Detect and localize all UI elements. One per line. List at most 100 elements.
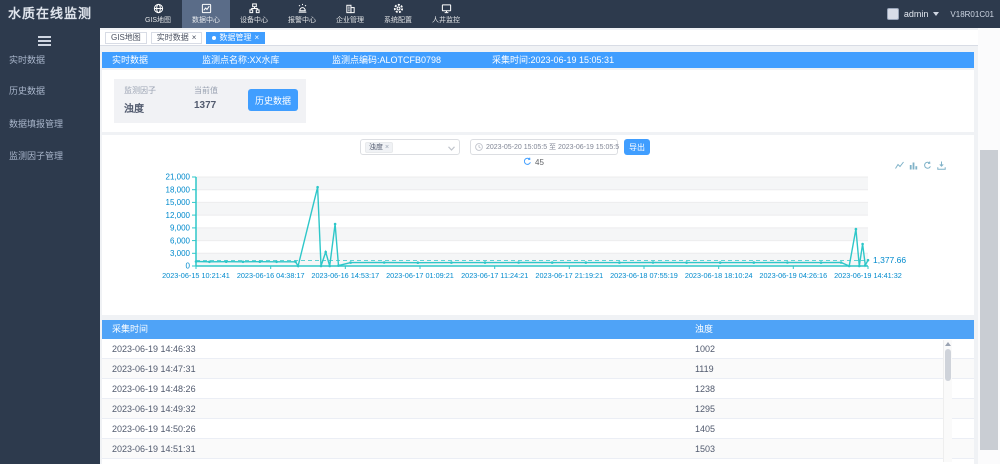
table-row: 2023-06-19 14:52:26 1602 (102, 459, 974, 464)
user-menu[interactable]: admin V18R01C01 (886, 0, 994, 28)
svg-text:2023-06-16 14:53:17: 2023-06-16 14:53:17 (311, 271, 379, 280)
svg-text:2023-06-19 14:41:32: 2023-06-19 14:41:32 (834, 271, 902, 280)
cell-turbidity: 1602 (695, 459, 715, 464)
current-value: 1377 (194, 100, 217, 111)
cell-collect-time: 2023-06-19 14:48:26 (112, 384, 196, 394)
svg-text:2023-06-19 04:26:16: 2023-06-19 04:26:16 (759, 271, 827, 280)
device-center-icon (248, 3, 260, 14)
history-chart: 0 3,000 6,000 9,000 12,000 15,000 18,000 21,000… (162, 173, 906, 280)
username: admin (903, 9, 929, 19)
nav-item-label: 企业管理 (336, 17, 364, 24)
table-header: 采集时间 浊度 (102, 320, 974, 339)
monitor-icon (441, 3, 452, 14)
app-title: 水质在线监测 (8, 6, 93, 21)
nav-item-data-center[interactable]: 数据中心 (182, 0, 230, 28)
nav-item-gis-map[interactable]: GIS地图 (134, 0, 182, 28)
chevron-down-icon (448, 138, 455, 156)
close-icon[interactable]: × (192, 33, 197, 42)
factor-value: 浊度 (124, 104, 144, 115)
tag-close-icon[interactable]: × (385, 144, 389, 151)
refresh-countdown: 45 (523, 157, 544, 168)
tab-label: 数据管理 (219, 33, 252, 42)
top-bar: 水质在线监测 GIS地图 数据中心 设备中心 报警中心 企业管理 系统配置 人井… (0, 0, 1000, 28)
svg-text:2023-06-15 10:21:41: 2023-06-15 10:21:41 (162, 271, 230, 280)
date-range-input[interactable]: 2023-05-20 15:05:5 至 2023-06-19 15:05:5 (470, 138, 620, 156)
main-content: GIS地图 实时数据 × 数据管理 × 实时数据 监测点名称:XX水库 监测点编… (100, 28, 978, 464)
nav-item-label: 报警中心 (288, 17, 316, 24)
info-page-label: 实时数据 (112, 55, 149, 65)
svg-text:9,000: 9,000 (170, 224, 191, 233)
svg-text:2023-06-16 04:38:17: 2023-06-16 04:38:17 (237, 271, 305, 280)
nav-item-system-settings[interactable]: 系统配置 (374, 0, 422, 28)
table-scrollbar[interactable] (943, 340, 952, 462)
table-row: 2023-06-19 14:48:26 1238 (102, 379, 974, 399)
station-info-bar: 实时数据 监测点名称:XX水库 监测点编码:ALOTCFB0798 采集时间:2… (102, 52, 974, 68)
version-label: V18R01C01 (950, 9, 994, 19)
cell-collect-time: 2023-06-19 14:51:31 (112, 444, 196, 454)
refresh-icon[interactable] (523, 157, 532, 168)
svg-text:3,000: 3,000 (170, 249, 191, 258)
table-header-time: 采集时间 (112, 324, 149, 334)
cell-collect-time: 2023-06-19 14:52:26 (112, 459, 196, 464)
nav-item-label: 人井监控 (432, 17, 460, 24)
factor-stat-box: 监测因子 浊度 当前值 1377 历史数据 (114, 79, 306, 123)
sidebar: 实时数据 历史数据 数据填报管理 监测因子管理 (0, 28, 100, 464)
svg-text:21,000: 21,000 (166, 173, 191, 182)
table-row: 2023-06-19 14:50:26 1405 (102, 419, 974, 439)
svg-text:2023-06-18 18:10:24: 2023-06-18 18:10:24 (685, 271, 753, 280)
nav-item-label: 数据中心 (192, 17, 220, 24)
export-button[interactable]: 导出 (624, 139, 650, 155)
close-icon[interactable]: × (254, 33, 259, 42)
table-row: 2023-06-19 14:46:33 1002 (102, 339, 974, 359)
table-row: 2023-06-19 14:51:31 1503 (102, 439, 974, 459)
hamburger-icon[interactable] (38, 36, 51, 48)
top-navigation: GIS地图 数据中心 设备中心 报警中心 企业管理 系统配置 人井监控 (134, 0, 470, 28)
nav-item-device-center[interactable]: 设备中心 (230, 0, 278, 28)
settings-gear-icon (393, 3, 404, 14)
alarm-center-icon (297, 3, 308, 14)
selected-factor-tag: 浊度 × (365, 141, 394, 153)
factor-select[interactable]: 浊度 × (360, 139, 460, 155)
current-value-label: 当前值 (194, 86, 218, 95)
cell-turbidity: 1238 (694, 384, 715, 394)
nav-item-manhole-monitor[interactable]: 人井监控 (422, 0, 470, 28)
avatar (886, 8, 899, 20)
factor-label: 监测因子 (124, 86, 156, 95)
tab-realtime-data[interactable]: 实时数据 × (150, 31, 203, 44)
scroll-up-icon[interactable] (945, 342, 951, 346)
cell-turbidity: 1295 (694, 404, 715, 414)
cell-turbidity: 1503 (694, 444, 715, 454)
sidebar-item-monitor-factor-mgmt[interactable]: 监测因子管理 (9, 149, 63, 162)
svg-text:2023-06-17 21:19:21: 2023-06-17 21:19:21 (535, 271, 603, 280)
tab-data-management[interactable]: 数据管理 × (206, 31, 266, 44)
globe-icon (153, 3, 164, 14)
date-range-text: 2023-05-20 15:05:5 至 2023-06-19 15:05:5 (486, 144, 620, 151)
sidebar-item-history-data[interactable]: 历史数据 (9, 84, 45, 97)
table-scrollbar-thumb[interactable] (945, 349, 951, 381)
tab-label: 实时数据 (156, 33, 189, 42)
cell-turbidity: 1119 (694, 364, 714, 374)
cell-collect-time: 2023-06-19 14:47:31 (112, 364, 196, 374)
tab-gis-map[interactable]: GIS地图 (105, 31, 147, 44)
sidebar-item-realtime-data[interactable]: 实时数据 (9, 53, 45, 66)
cell-collect-time: 2023-06-19 14:49:32 (112, 404, 196, 414)
svg-text:6,000: 6,000 (170, 236, 191, 245)
nav-item-alarm-center[interactable]: 报警中心 (278, 0, 326, 28)
history-data-button[interactable]: 历史数据 (248, 89, 298, 111)
clock-icon (475, 138, 483, 156)
data-table-panel: 采集时间 浊度 2023-06-19 14:46:33 1002 2023-06-1… (102, 320, 974, 464)
sidebar-item-data-report-mgmt[interactable]: 数据填报管理 (9, 117, 63, 130)
nav-item-enterprise[interactable]: 企业管理 (326, 0, 374, 28)
svg-text:2023-06-17 11:24:21: 2023-06-17 11:24:21 (461, 271, 528, 280)
nav-item-label: 系统配置 (384, 17, 412, 24)
svg-text:2023-06-17 01:09:21: 2023-06-17 01:09:21 (386, 271, 454, 280)
cell-collect-time: 2023-06-19 14:46:33 (112, 344, 196, 354)
page-scrollbar[interactable] (978, 28, 1000, 464)
nav-item-label: 设备中心 (240, 17, 268, 24)
table-row: 2023-06-19 14:49:32 1295 (102, 399, 974, 419)
svg-text:12,000: 12,000 (166, 211, 191, 220)
cell-turbidity: 1405 (694, 424, 715, 434)
table-row: 2023-06-19 14:47:31 1119 (102, 359, 974, 379)
table-header-turbidity: 浊度 (694, 324, 713, 334)
page-scrollbar-thumb[interactable] (980, 150, 998, 450)
